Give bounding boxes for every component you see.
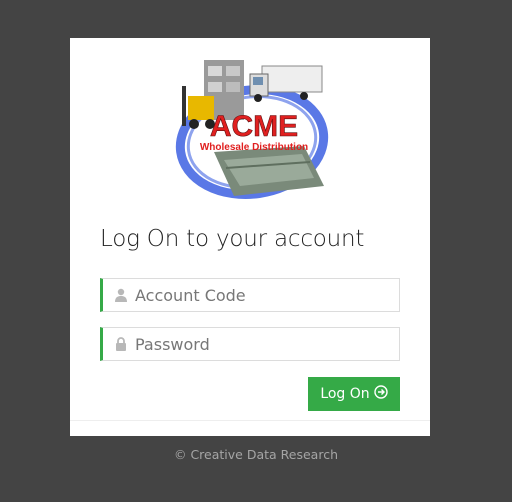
log-on-button-label: Log On bbox=[320, 386, 370, 402]
account-code-field[interactable] bbox=[100, 278, 400, 312]
login-card: ACME Wholesale Distribution Log On to yo… bbox=[70, 38, 430, 436]
arrow-circle-right-icon bbox=[373, 385, 388, 403]
acme-logo: ACME Wholesale Distribution bbox=[174, 56, 334, 208]
password-input[interactable] bbox=[135, 329, 385, 359]
log-on-button[interactable]: Log On bbox=[308, 377, 400, 411]
user-icon bbox=[107, 288, 135, 302]
logo-tagline-text: Wholesale Distribution bbox=[200, 142, 308, 153]
page-title: Log On to your account bbox=[100, 226, 365, 252]
logo-brand-text: ACME bbox=[210, 110, 298, 143]
password-field[interactable] bbox=[100, 327, 400, 361]
card-divider bbox=[70, 420, 430, 421]
account-code-input[interactable] bbox=[135, 280, 385, 310]
copyright-footer: © Creative Data Research bbox=[173, 447, 338, 462]
lock-icon bbox=[107, 337, 135, 351]
